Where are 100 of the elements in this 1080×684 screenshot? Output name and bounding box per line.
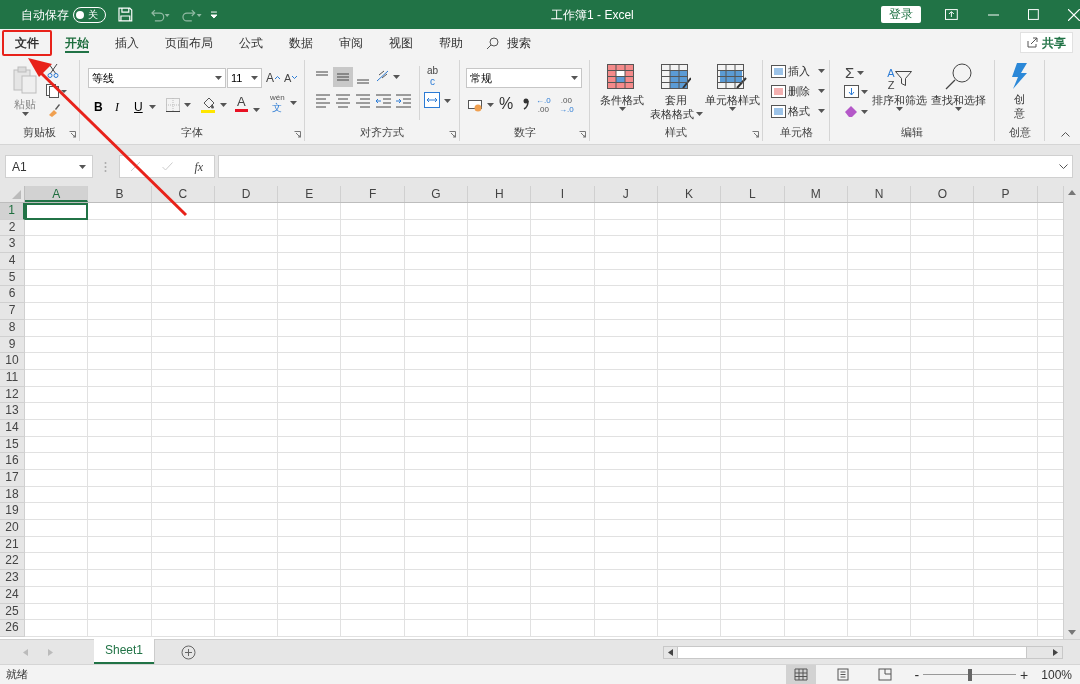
row-header[interactable]: 7 bbox=[0, 303, 25, 320]
ribbon-tab[interactable]: 帮助 bbox=[426, 30, 476, 56]
italic-button[interactable]: I bbox=[115, 98, 119, 116]
sort-filter-button[interactable]: A Z 排序和筛选 bbox=[872, 64, 927, 111]
format-as-table-button[interactable]: 套用 表格格式 bbox=[648, 64, 704, 121]
fill-down-icon[interactable] bbox=[844, 85, 868, 98]
dropdown-arrow-icon[interactable] bbox=[149, 105, 156, 109]
row-header[interactable]: 20 bbox=[0, 520, 25, 537]
comma-style-icon[interactable] bbox=[523, 98, 529, 110]
dialog-launcher-icon[interactable] bbox=[69, 131, 76, 138]
scroll-down-icon[interactable] bbox=[1068, 630, 1076, 635]
column-header[interactable]: G bbox=[404, 186, 469, 202]
copy-icon[interactable] bbox=[46, 84, 68, 98]
maximize-icon[interactable] bbox=[1028, 9, 1040, 20]
column-header[interactable]: B bbox=[88, 186, 152, 202]
column-header[interactable]: K bbox=[657, 186, 722, 202]
ideas-button[interactable]: 创意 bbox=[1009, 63, 1029, 120]
zoom-slider[interactable] bbox=[923, 668, 1017, 681]
ribbon-tab[interactable]: 审阅 bbox=[326, 30, 376, 56]
dialog-launcher-icon[interactable] bbox=[449, 131, 456, 138]
row-header[interactable]: 3 bbox=[0, 236, 25, 254]
previous-sheet-icon[interactable] bbox=[23, 648, 28, 656]
middle-align-icon[interactable] bbox=[333, 67, 353, 87]
row-header[interactable]: 16 bbox=[0, 453, 25, 470]
ribbon-tab[interactable]: 文件 bbox=[2, 30, 52, 56]
font-name-dropdown[interactable]: 等线 bbox=[88, 68, 226, 88]
name-box[interactable]: A1 bbox=[5, 155, 93, 178]
grow-font-button[interactable]: A bbox=[266, 69, 280, 87]
close-icon[interactable] bbox=[1068, 8, 1080, 21]
dropdown-arrow-icon[interactable] bbox=[215, 76, 222, 80]
ribbon-tab[interactable]: 开始 bbox=[52, 30, 102, 56]
normal-view-button[interactable] bbox=[786, 664, 817, 684]
dialog-launcher-icon[interactable] bbox=[294, 131, 301, 138]
dropdown-arrow-icon[interactable] bbox=[252, 108, 260, 112]
borders-icon[interactable] bbox=[166, 98, 191, 112]
dropdown-arrow-icon[interactable] bbox=[618, 107, 626, 111]
vertical-scrollbar[interactable] bbox=[1063, 186, 1080, 639]
ribbon-tab[interactable]: 公式 bbox=[226, 30, 276, 56]
zoom-out-button[interactable]: - bbox=[914, 667, 920, 682]
decrease-decimal-button[interactable]: .00 →.0 bbox=[559, 96, 574, 114]
row-header[interactable]: 6 bbox=[0, 286, 25, 304]
check-icon[interactable] bbox=[161, 162, 173, 171]
scroll-right-icon[interactable] bbox=[1053, 648, 1058, 656]
ribbon-tab[interactable]: 插入 bbox=[102, 30, 152, 56]
delete-cells-button[interactable]: 删除 bbox=[771, 83, 825, 100]
insert-function-button[interactable]: fx bbox=[194, 157, 204, 176]
cell-styles-button[interactable]: 单元格样式 bbox=[704, 64, 760, 111]
customize-toolbar-icon[interactable] bbox=[210, 10, 219, 19]
ribbon-display-icon[interactable] bbox=[944, 9, 958, 20]
column-header[interactable]: J bbox=[594, 186, 658, 202]
column-header[interactable]: L bbox=[721, 186, 785, 202]
conditional-formatting-button[interactable]: 条件格式 bbox=[594, 64, 650, 111]
dropdown-arrow-icon[interactable] bbox=[818, 109, 825, 114]
merge-center-icon[interactable] bbox=[424, 92, 452, 108]
select-all-icon[interactable] bbox=[12, 190, 21, 199]
underline-button[interactable]: U bbox=[134, 98, 143, 116]
column-header[interactable]: N bbox=[847, 186, 912, 202]
zoom-slider-thumb[interactable] bbox=[967, 668, 972, 681]
dialog-launcher-icon[interactable] bbox=[579, 131, 586, 138]
phonetic-guide-button[interactable]: wén 文 bbox=[270, 93, 285, 113]
dropdown-arrow-icon[interactable] bbox=[955, 107, 962, 111]
font-color-button[interactable]: A bbox=[235, 95, 248, 112]
wrap-text-button[interactable]: ab c bbox=[427, 65, 439, 87]
dropdown-arrow-icon[interactable] bbox=[728, 107, 736, 111]
dropdown-arrow-icon[interactable] bbox=[818, 69, 825, 74]
selected-cell[interactable] bbox=[25, 203, 89, 220]
orientation-icon[interactable] bbox=[376, 69, 400, 83]
column-header[interactable]: I bbox=[531, 186, 595, 202]
search-button[interactable]: 搜索 bbox=[486, 34, 531, 52]
column-header[interactable]: D bbox=[214, 186, 279, 202]
ribbon-tab[interactable]: 数据 bbox=[276, 30, 326, 56]
dropdown-arrow-icon[interactable] bbox=[818, 89, 825, 94]
formula-input[interactable] bbox=[218, 155, 1073, 178]
eraser-icon[interactable] bbox=[844, 105, 868, 117]
zoom-in-button[interactable]: + bbox=[1020, 667, 1029, 682]
next-sheet-icon[interactable] bbox=[48, 648, 53, 656]
column-header[interactable]: F bbox=[341, 186, 405, 202]
column-header[interactable]: E bbox=[278, 186, 342, 202]
collapse-ribbon-icon[interactable] bbox=[1061, 132, 1070, 137]
row-header[interactable]: 19 bbox=[0, 503, 25, 521]
share-button[interactable]: 共享 bbox=[1020, 32, 1073, 53]
insert-cells-button[interactable]: 插入 bbox=[771, 63, 825, 80]
horizontal-scrollbar[interactable] bbox=[663, 645, 1063, 659]
dropdown-arrow-icon[interactable] bbox=[695, 112, 703, 116]
row-header[interactable]: 26 bbox=[0, 620, 25, 637]
font-size-dropdown[interactable]: 11 bbox=[227, 68, 262, 88]
bold-button[interactable]: B bbox=[94, 98, 103, 116]
new-sheet-icon[interactable] bbox=[181, 644, 196, 660]
expand-icon[interactable] bbox=[1059, 164, 1068, 169]
row-header[interactable]: 1 bbox=[0, 203, 25, 220]
scissors-icon[interactable] bbox=[47, 64, 59, 78]
row-header[interactable]: 4 bbox=[0, 253, 25, 270]
dropdown-arrow-icon[interactable] bbox=[251, 76, 258, 80]
ribbon-tab[interactable]: 视图 bbox=[376, 30, 426, 56]
find-select-button[interactable]: 查找和选择 bbox=[931, 62, 986, 111]
row-header[interactable]: 10 bbox=[0, 353, 25, 370]
format-painter-icon[interactable] bbox=[47, 103, 61, 117]
ribbon-tab[interactable]: 页面布局 bbox=[152, 30, 226, 56]
dropdown-arrow-icon[interactable] bbox=[79, 164, 86, 169]
column-header[interactable]: H bbox=[468, 186, 532, 202]
